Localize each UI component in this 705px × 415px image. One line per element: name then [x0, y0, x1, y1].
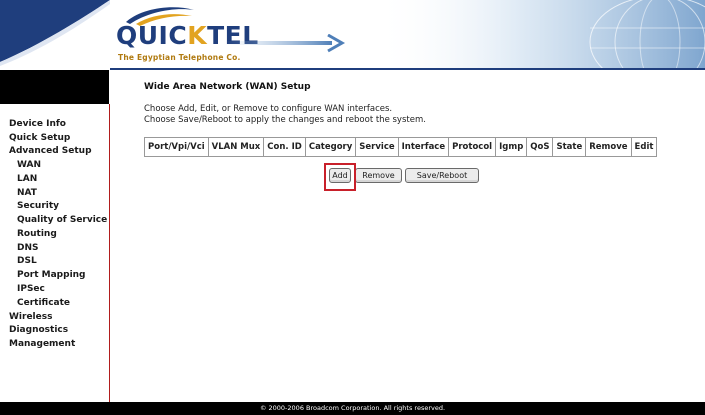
sidebar-item-device-info[interactable]: Device Info	[9, 118, 66, 130]
main-content: Wide Area Network (WAN) Setup Choose Add…	[110, 70, 705, 402]
arrow-icon	[224, 34, 346, 53]
logo-text-part: K	[187, 21, 208, 50]
globe-graphic	[375, 0, 705, 70]
column-header: Service	[355, 137, 399, 157]
save-reboot-button[interactable]: Save/Reboot	[405, 168, 479, 183]
column-header: Edit	[630, 137, 658, 157]
wan-interfaces-table: Port/Vpi/Vci VLAN Mux Con. ID Category S…	[144, 137, 658, 157]
sidebar-item-dsl[interactable]: DSL	[17, 255, 37, 267]
sidebar-nav: Device Info Quick Setup Advanced Setup W…	[0, 104, 110, 402]
sidebar-item-wireless[interactable]: Wireless	[9, 311, 52, 323]
sidebar-item-routing[interactable]: Routing	[17, 228, 57, 240]
column-header: Remove	[585, 137, 632, 157]
sidebar-item-quick-setup[interactable]: Quick Setup	[9, 132, 70, 144]
sidebar-item-nat[interactable]: NAT	[17, 187, 37, 199]
column-header: Category	[304, 137, 357, 157]
header-corner-graphic	[0, 0, 110, 66]
table-header-row: Port/Vpi/Vci VLAN Mux Con. ID Category S…	[144, 137, 658, 157]
add-button-highlight	[324, 163, 356, 191]
sidebar-item-management[interactable]: Management	[9, 338, 75, 350]
sidebar-item-certificate[interactable]: Certificate	[17, 297, 70, 309]
sidebar-top-bar	[0, 70, 109, 104]
sidebar-item-lan[interactable]: LAN	[17, 173, 37, 185]
column-header: QoS	[526, 137, 554, 157]
page-title: Wide Area Network (WAN) Setup	[144, 82, 311, 92]
logo-tagline: The Egyptian Telephone Co.	[118, 53, 241, 62]
footer-copyright: © 2000-2006 Broadcom Corporation. All ri…	[0, 402, 705, 415]
column-header: Interface	[397, 137, 450, 157]
column-header: Port/Vpi/Vci	[144, 137, 209, 157]
column-header: Igmp	[495, 137, 528, 157]
column-header: Con. ID	[263, 137, 306, 157]
column-header: Protocol	[448, 137, 497, 157]
header-banner: QUICKTEL The Egyptian Telephone Co.	[0, 0, 705, 70]
sidebar-item-wan[interactable]: WAN	[17, 159, 41, 171]
logo-text-part: QUIC	[116, 21, 188, 50]
sidebar-item-dns[interactable]: DNS	[17, 242, 39, 254]
sidebar-item-security[interactable]: Security	[17, 200, 59, 212]
description-line-1: Choose Add, Edit, or Remove to configure…	[144, 104, 393, 114]
sidebar-item-ipsec[interactable]: IPSec	[17, 283, 45, 295]
remove-button[interactable]: Remove	[355, 168, 402, 183]
column-header: VLAN Mux	[207, 137, 265, 157]
sidebar-item-quality-of-service[interactable]: Quality of Service	[17, 214, 107, 226]
sidebar-item-advanced-setup[interactable]: Advanced Setup	[9, 145, 92, 157]
sidebar-item-diagnostics[interactable]: Diagnostics	[9, 324, 68, 336]
sidebar-item-port-mapping[interactable]: Port Mapping	[17, 269, 86, 281]
description-line-2: Choose Save/Reboot to apply the changes …	[144, 115, 426, 125]
column-header: State	[552, 137, 587, 157]
